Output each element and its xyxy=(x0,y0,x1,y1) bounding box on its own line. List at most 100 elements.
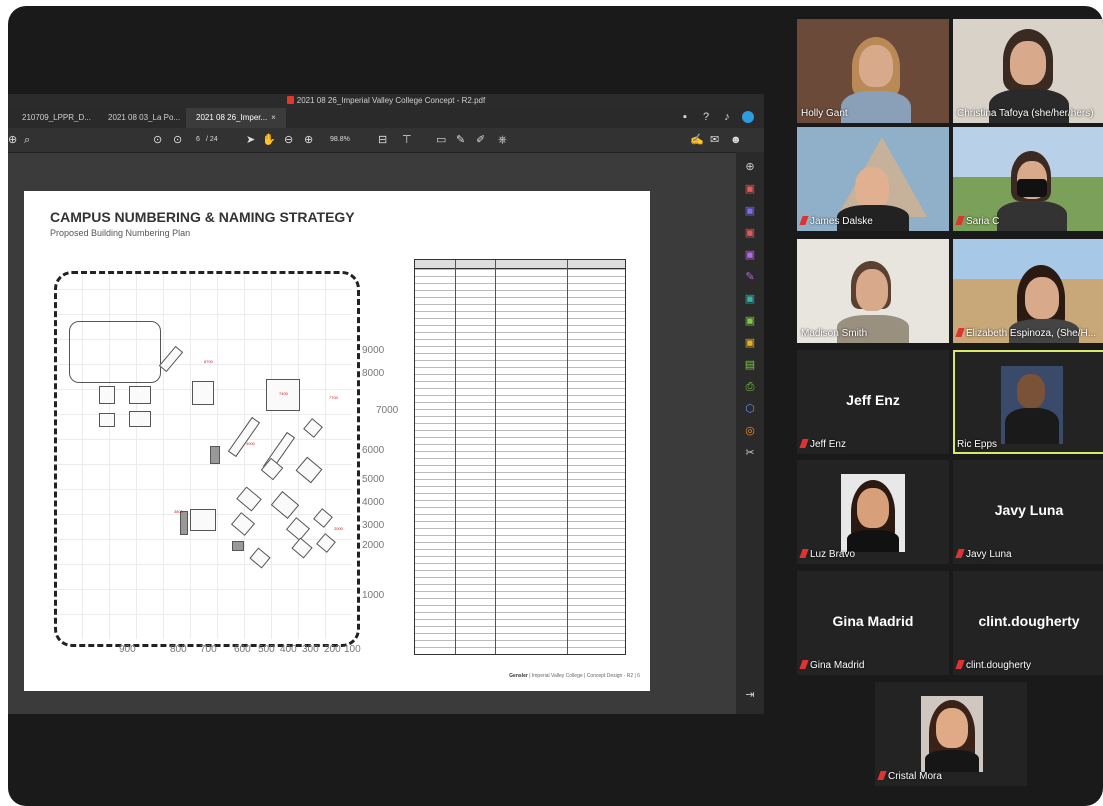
pdf-toolbar: ⊕ ⌕ ⊙ ⊙ 6 / 24 ➤ ✋ ⊖ ⊕ 98.8% ⊟ ⊤ ▭ ✎ ✐ ⎈… xyxy=(8,128,764,153)
close-tab-icon[interactable]: × xyxy=(271,113,276,122)
next-page-icon[interactable]: ⊙ xyxy=(173,132,182,148)
pen-icon[interactable]: ✎ xyxy=(456,132,465,148)
participant-tile-holly-gant[interactable]: Holly Gant xyxy=(797,19,949,123)
mail-icon[interactable]: ✉ xyxy=(710,132,719,148)
participant-tile-elizabeth-espinoza[interactable]: Elizabeth Espinoza, (She/H... xyxy=(953,239,1103,343)
compare-icon[interactable]: ▣ xyxy=(743,314,757,328)
tab-document-3[interactable]: 2021 08 26_Imper... × xyxy=(186,108,286,128)
comment-panel-icon[interactable]: ▤ xyxy=(743,358,757,372)
participant-name-text: Luz Bravo xyxy=(810,549,856,560)
map-building xyxy=(190,509,216,531)
participant-tile-gina-madrid[interactable]: Gina Madrid Gina Madrid xyxy=(797,571,949,675)
participant-display-name: Gina Madrid xyxy=(832,613,914,629)
participant-name-text: James Dalske xyxy=(810,216,873,227)
participant-name: Javy Luna xyxy=(955,549,1012,560)
pdf-title-bar: 2021 08 26_Imperial Valley College Conce… xyxy=(8,94,764,108)
protect-icon[interactable]: ▣ xyxy=(743,336,757,350)
select-tool-icon[interactable]: ➤ xyxy=(246,132,255,148)
zoom-level[interactable]: 98.8% xyxy=(330,132,350,148)
y-axis-label: 5000 xyxy=(362,474,385,485)
stamp-icon[interactable]: ⎈ xyxy=(498,132,507,148)
create-pdf-icon[interactable]: ▣ xyxy=(743,226,757,240)
comment-icon[interactable]: ▪ xyxy=(679,111,691,123)
help-icon[interactable]: ? xyxy=(700,111,712,123)
participant-name: Holly Gant xyxy=(801,108,848,119)
participant-tile-clint-dougherty[interactable]: clint.dougherty clint.dougherty xyxy=(953,571,1103,675)
organize-icon[interactable]: ▣ xyxy=(743,248,757,262)
fill-sign-icon[interactable]: ✎ xyxy=(743,270,757,284)
slide-footer: Gensler | Imperial Valley College | Conc… xyxy=(509,673,640,679)
tab-document-1[interactable]: 210709_LPPR_D... xyxy=(12,108,101,128)
print-icon[interactable]: ⎙ xyxy=(743,380,757,394)
muted-mic-icon xyxy=(877,771,887,780)
participant-name-text: Holly Gant xyxy=(801,108,848,119)
participant-tile-madison-smith[interactable]: Madison Smith xyxy=(797,239,949,343)
search-icon[interactable]: ⌕ xyxy=(24,132,30,148)
x-axis-label: 200 xyxy=(324,644,341,655)
participant-tile-jeff-enz[interactable]: Jeff Enz Jeff Enz xyxy=(797,350,949,454)
participant-face xyxy=(1010,41,1046,85)
scan-icon[interactable]: ▣ xyxy=(743,292,757,306)
x-axis-label: 300 xyxy=(302,644,319,655)
y-axis-label: 7000 xyxy=(376,405,399,416)
table-header xyxy=(415,260,625,269)
bell-icon[interactable]: ♪ xyxy=(721,111,733,123)
participant-name: Madison Smith xyxy=(801,328,867,339)
expand-panel-icon[interactable]: ⇥ xyxy=(743,688,757,702)
participant-tile-saria-c[interactable]: Saria C xyxy=(953,127,1103,231)
tools-icon[interactable]: ✂ xyxy=(743,446,757,460)
participant-name: James Dalske xyxy=(799,216,873,227)
muted-mic-icon xyxy=(799,216,809,225)
participant-name: Ric Epps xyxy=(957,439,997,450)
participant-name: Jeff Enz xyxy=(799,439,846,450)
y-axis-label: 3000 xyxy=(362,520,385,531)
target-icon[interactable]: ◎ xyxy=(743,424,757,438)
zoom-icon[interactable]: ⊕ xyxy=(743,160,757,174)
participant-name: Gina Madrid xyxy=(799,660,864,671)
highlight-icon[interactable]: ✐ xyxy=(476,132,485,148)
edit-pdf-icon[interactable]: ▣ xyxy=(743,204,757,218)
tools-sidebar: ⊕ ▣ ▣ ▣ ▣ ✎ ▣ ▣ ▣ ▤ ⎙ ⬡ ◎ ✂ ⇥ xyxy=(736,152,764,714)
y-axis-label: 4000 xyxy=(362,497,385,508)
participant-body xyxy=(841,91,911,123)
x-axis-label: 500 xyxy=(258,644,275,655)
participant-tile-christina-tafoya[interactable]: Christina Tafoya (she/her/hers) xyxy=(953,19,1103,123)
y-axis-label: 9000 xyxy=(362,345,385,356)
scroll-mode-icon[interactable]: ⊤ xyxy=(402,132,412,148)
tab-document-2[interactable]: 2021 08 03_La Po... xyxy=(98,108,190,128)
y-axis-label: 1000 xyxy=(362,590,385,601)
zoom-in-icon[interactable]: ⊕ xyxy=(304,132,313,148)
zoom-out-icon[interactable]: ⊖ xyxy=(284,132,293,148)
export-pdf-icon[interactable]: ▣ xyxy=(743,182,757,196)
fit-page-icon[interactable]: ⊟ xyxy=(378,132,387,148)
shield-icon[interactable]: ⬡ xyxy=(743,402,757,416)
prev-page-icon[interactable]: ⊙ xyxy=(153,132,162,148)
participant-tile-cristal-mora[interactable]: Cristal Mora xyxy=(875,682,1027,786)
pan-tool-icon[interactable]: ✋ xyxy=(262,132,276,148)
y-axis-label: 2000 xyxy=(362,540,385,551)
participant-name-text: Cristal Mora xyxy=(888,771,942,782)
participant-tile-ric-epps[interactable]: Ric Epps xyxy=(953,350,1103,454)
participant-tile-james-dalske[interactable]: James Dalske xyxy=(797,127,949,231)
participant-tile-javy-luna[interactable]: Javy Luna Javy Luna xyxy=(953,460,1103,564)
participant-body xyxy=(1005,408,1059,444)
building-number-label: 7700 xyxy=(329,395,338,400)
sign-icon[interactable]: ✍ xyxy=(690,132,704,148)
account-icon[interactable] xyxy=(742,111,754,123)
muted-mic-icon xyxy=(799,660,809,669)
participant-name-text: Madison Smith xyxy=(801,328,868,339)
participant-name: Christina Tafoya (she/her/hers) xyxy=(957,108,1094,119)
x-axis-label: 700 xyxy=(200,644,217,655)
comment-tool-icon[interactable]: ▭ xyxy=(436,132,446,148)
map-building xyxy=(129,411,151,427)
participant-name-text: Elizabeth Espinoza, (She/H... xyxy=(966,328,1097,339)
participant-display-name: clint.dougherty xyxy=(978,613,1080,629)
participant-tile-luz-bravo[interactable]: Luz Bravo xyxy=(797,460,949,564)
hand-tool-icon[interactable]: ⊕ xyxy=(8,132,17,148)
participant-face xyxy=(855,167,889,209)
page-current[interactable]: 6 xyxy=(196,132,200,148)
share-user-icon[interactable]: ☻ xyxy=(730,132,742,148)
pdf-file-icon xyxy=(286,96,294,104)
table-column-divider xyxy=(567,260,568,654)
participant-display-name: Jeff Enz xyxy=(846,392,900,408)
